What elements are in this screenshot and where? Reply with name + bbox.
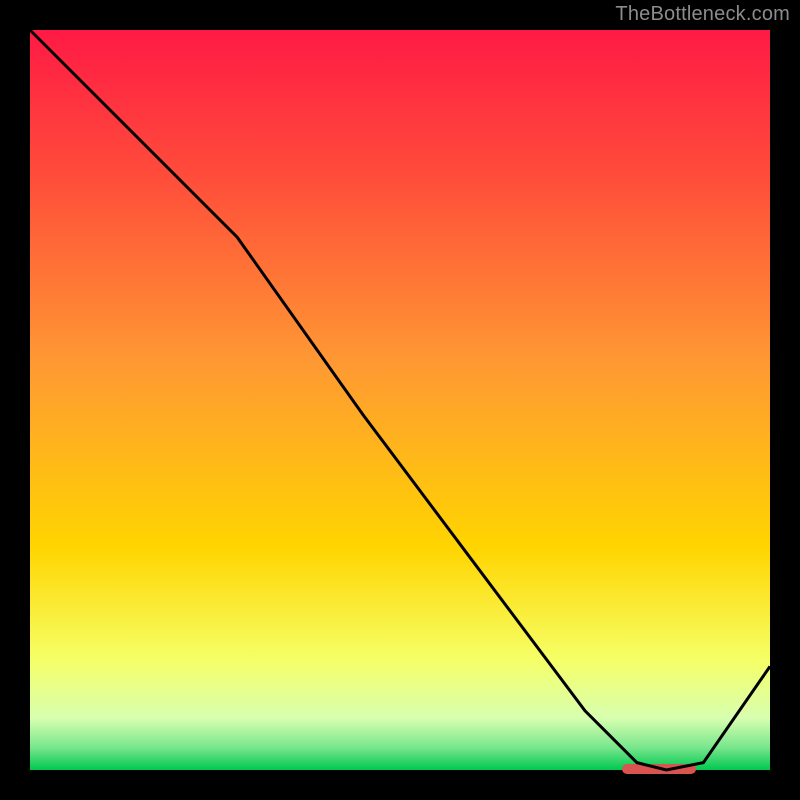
- chart-root: TheBottleneck.com: [0, 0, 800, 800]
- chart-svg: [0, 0, 800, 800]
- watermark-text: TheBottleneck.com: [615, 3, 790, 26]
